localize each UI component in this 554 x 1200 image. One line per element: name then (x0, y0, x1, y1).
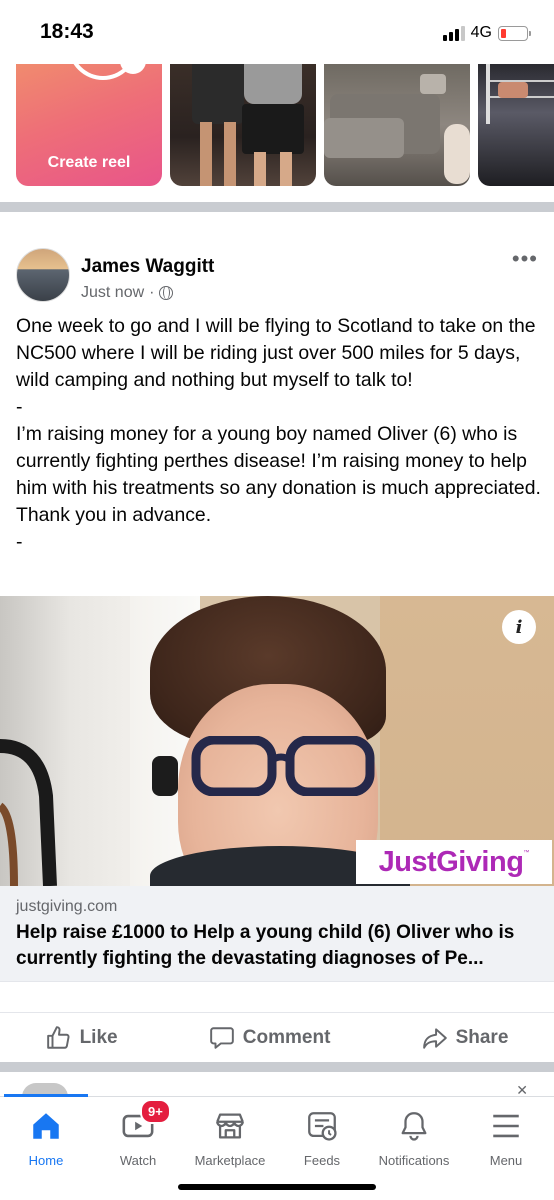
feeds-icon (308, 1112, 337, 1141)
post-author[interactable]: James Waggitt (81, 256, 214, 278)
post-meta: Just now · (81, 284, 174, 302)
info-icon[interactable]: i (502, 610, 536, 644)
like-button[interactable]: Like (46, 1025, 118, 1051)
comment-label: Comment (242, 1026, 331, 1048)
share-button[interactable]: Share (422, 1025, 509, 1051)
link-preview-info[interactable]: justgiving.com Help raise £1000 to Help … (0, 886, 554, 982)
tab-label: Watch (119, 1153, 157, 1168)
share-label: Share (455, 1026, 509, 1048)
post-paragraph: - (16, 531, 23, 553)
home-indicator (178, 1184, 376, 1190)
status-indicators: 4G (442, 24, 531, 42)
tab-label: Notifications (378, 1153, 450, 1168)
tab-label: Marketplace (194, 1153, 266, 1168)
status-bar: 18:43 4G (0, 0, 554, 64)
section-divider (0, 1062, 554, 1072)
signal-icon (442, 25, 465, 41)
post-paragraph: - (16, 396, 23, 418)
tab-label: Home (28, 1153, 64, 1168)
home-icon (33, 1113, 59, 1139)
reel-thumbnail[interactable] (170, 64, 316, 186)
like-label: Like (79, 1026, 118, 1048)
reel-thumbnail[interactable] (478, 64, 554, 186)
glasses (191, 736, 375, 796)
tab-notifications[interactable]: Notifications (368, 1109, 460, 1168)
more-options-button[interactable]: ••• (512, 248, 538, 270)
create-reel-card[interactable]: Create reel (16, 64, 162, 186)
tab-label: Menu (489, 1153, 523, 1168)
share-icon (422, 1027, 447, 1049)
battery-icon (498, 25, 531, 41)
link-domain: justgiving.com (16, 898, 118, 915)
link-preview-image[interactable]: i JustGiving ™ (0, 596, 554, 886)
tab-label: Feeds (303, 1153, 341, 1168)
wheelchair-handle (0, 739, 57, 886)
create-reel-label: Create reel (47, 154, 131, 171)
post-body: One week to go and I will be flying to S… (16, 313, 542, 556)
section-divider (0, 202, 554, 212)
reel-thumbnail[interactable] (324, 64, 470, 186)
meta-separator: · (149, 284, 155, 301)
link-title[interactable]: Help raise £1000 to Help a young child (… (16, 920, 538, 972)
justgiving-logo: JustGiving ™ (356, 840, 552, 884)
post-header: James Waggitt Just now · ••• (0, 244, 554, 308)
post-paragraph: I’m raising money for a young boy named … (16, 423, 541, 526)
tab-menu[interactable]: Menu (460, 1109, 552, 1168)
tab-home[interactable]: Home (0, 1109, 92, 1168)
tab-marketplace[interactable]: Marketplace (184, 1109, 276, 1168)
network-type: 4G (470, 24, 492, 41)
clock: 18:43 (40, 20, 94, 43)
post-actions: Like Comment Share (0, 1012, 554, 1062)
menu-icon (493, 1114, 519, 1138)
thumbs-up-icon (46, 1025, 70, 1049)
tab-feeds[interactable]: Feeds (276, 1109, 368, 1168)
bottom-tab-bar: Home 9+ Watch Marketplace Feeds Notifica… (0, 1094, 554, 1200)
marketplace-icon (216, 1113, 244, 1139)
notification-badge: 9+ (140, 1099, 171, 1124)
post-paragraph: One week to go and I will be flying to S… (16, 315, 536, 391)
avatar[interactable] (16, 248, 70, 302)
bell-icon (401, 1112, 427, 1141)
comment-button[interactable]: Comment (209, 1025, 331, 1051)
post-timestamp[interactable]: Just now (81, 284, 144, 302)
tab-watch[interactable]: 9+ Watch (92, 1099, 184, 1168)
reels-strip[interactable]: Create reel (0, 64, 554, 188)
globe-icon (159, 286, 174, 300)
comment-icon (209, 1026, 234, 1049)
active-tab-indicator (4, 1094, 88, 1097)
